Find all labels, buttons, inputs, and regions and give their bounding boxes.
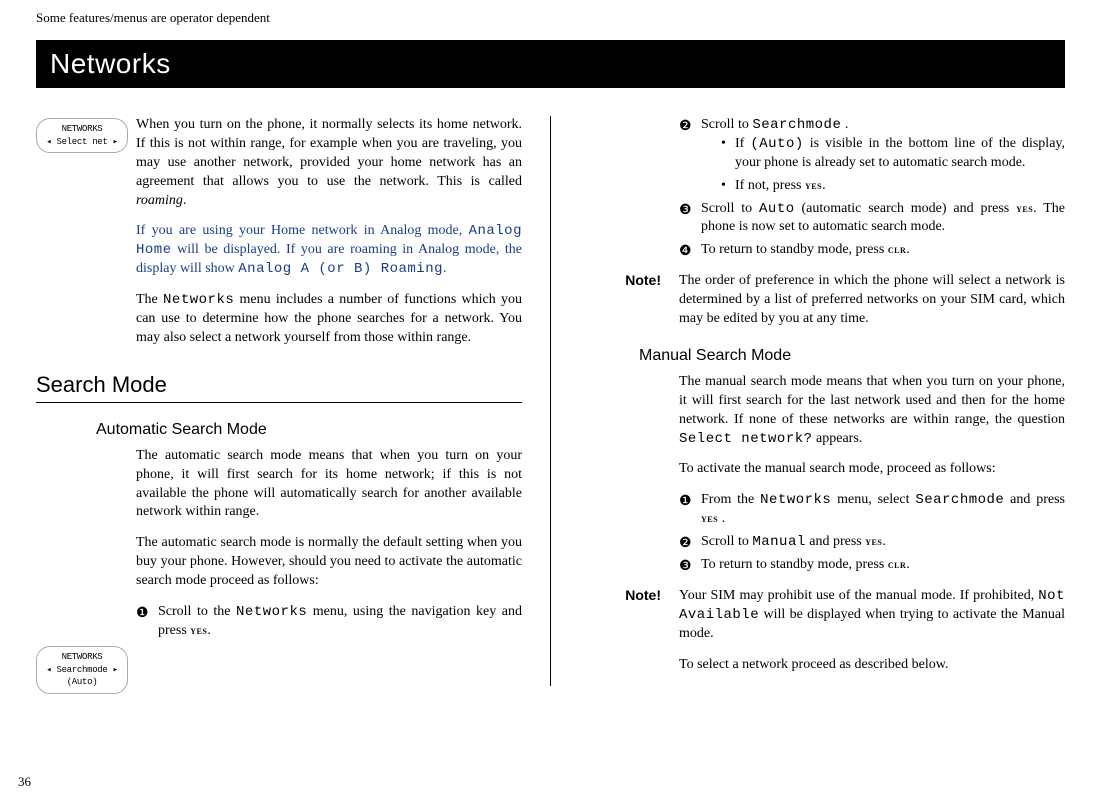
note-1-body: The order of preference in which the pho…	[679, 272, 1065, 329]
yes-key: yes	[701, 511, 718, 525]
step-number-icon: ❹	[679, 241, 692, 260]
note-label: Note!	[579, 272, 679, 329]
auto-paragraph-1: The automatic search mode means that whe…	[136, 447, 522, 523]
content-columns: NETWORKS ◂ Select net ▸ When you turn on…	[36, 116, 1065, 686]
clr-key: clr	[888, 242, 906, 256]
note-2-body: Your SIM may prohibit use of the manual …	[679, 587, 1065, 644]
auto-steps-list: ❶ Scroll to the Networks menu, using the…	[136, 603, 522, 641]
step-number-icon: ❸	[679, 200, 692, 219]
left-arrow-icon: ◂	[46, 665, 51, 675]
left-column: NETWORKS ◂ Select net ▸ When you turn on…	[36, 116, 551, 686]
yes-key: yes	[805, 178, 822, 192]
bullet-1: If (Auto) is visible in the bottom line …	[721, 135, 1065, 173]
right-arrow-icon: ▸	[113, 137, 118, 147]
auto-steps-continued: ❷ Scroll to Searchmode . If (Auto) is vi…	[679, 116, 1065, 260]
note-label: Note!	[579, 587, 679, 644]
yes-key: yes	[190, 623, 207, 637]
analog-roaming-display: Analog A (or B) Roaming	[238, 261, 443, 277]
phone-display-searchmode: NETWORKS ◂ Searchmode ▸ (Auto)	[36, 646, 128, 694]
auto-step-2: ❷ Scroll to Searchmode . If (Auto) is vi…	[679, 116, 1065, 196]
manual-search-heading: Manual Search Mode	[639, 347, 1065, 365]
manual-steps-list: ❶ From the Networks menu, select Searchm…	[679, 491, 1065, 575]
step-number-icon: ❷	[679, 533, 692, 552]
manual-step-2: ❷ Scroll to Manual and press yes.	[679, 533, 1065, 552]
left-arrow-icon: ◂	[46, 137, 51, 147]
note-2: Note! Your SIM may prohibit use of the m…	[579, 587, 1065, 644]
clr-key: clr	[888, 557, 906, 571]
intro-paragraph-1: When you turn on the phone, it normally …	[136, 116, 522, 210]
intro-paragraph-2: The Networks menu includes a number of f…	[136, 291, 522, 348]
search-mode-heading: Search Mode	[36, 372, 522, 403]
step-number-icon: ❸	[679, 556, 692, 575]
chapter-title: Networks	[50, 48, 1051, 80]
step-number-icon: ❷	[679, 116, 692, 135]
note-1: Note! The order of preference in which t…	[579, 272, 1065, 329]
display-line-1: NETWORKS	[39, 123, 125, 136]
display-line-3: (Auto)	[39, 676, 125, 689]
right-arrow-icon: ▸	[113, 665, 118, 675]
yes-key: yes	[1016, 201, 1033, 215]
display-line-1: NETWORKS	[39, 651, 125, 664]
manual-step-1: ❶ From the Networks menu, select Searchm…	[679, 491, 1065, 529]
auto-step-2-bullets: If (Auto) is visible in the bottom line …	[721, 135, 1065, 196]
final-paragraph: To select a network proceed as described…	[679, 656, 1065, 675]
running-header: Some features/menus are operator depende…	[0, 0, 1101, 26]
auto-step-3: ❸ Scroll to Auto (automatic search mode)…	[679, 200, 1065, 238]
roaming-term: roaming	[136, 193, 183, 208]
manual-paragraph-2: To activate the manual search mode, proc…	[679, 460, 1065, 479]
page-number: 36	[18, 774, 31, 790]
auto-step-4: ❹ To return to standby mode, press clr.	[679, 241, 1065, 260]
display-line-2: ◂ Searchmode ▸	[39, 664, 125, 677]
yes-key: yes	[865, 534, 882, 548]
automatic-search-heading: Automatic Search Mode	[96, 421, 522, 439]
auto-step-1: ❶ Scroll to the Networks menu, using the…	[136, 603, 522, 641]
step-number-icon: ❶	[679, 491, 692, 510]
auto-paragraph-2: The automatic search mode is normally th…	[136, 534, 522, 591]
manual-paragraph-1: The manual search mode means that when y…	[679, 373, 1065, 449]
analog-note: If you are using your Home network in An…	[136, 222, 522, 279]
chapter-title-bar: Networks	[36, 40, 1065, 88]
networks-menu-name: Networks	[163, 292, 234, 308]
running-header-text: Some features/menus are operator depende…	[36, 10, 270, 25]
step-number-icon: ❶	[136, 603, 149, 622]
manual-step-3: ❸ To return to standby mode, press clr.	[679, 556, 1065, 575]
phone-display-networks: NETWORKS ◂ Select net ▸	[36, 118, 128, 153]
display-line-2: ◂ Select net ▸	[39, 136, 125, 149]
bullet-2: If not, press yes.	[721, 177, 1065, 196]
right-column: ❷ Scroll to Searchmode . If (Auto) is vi…	[551, 116, 1065, 686]
